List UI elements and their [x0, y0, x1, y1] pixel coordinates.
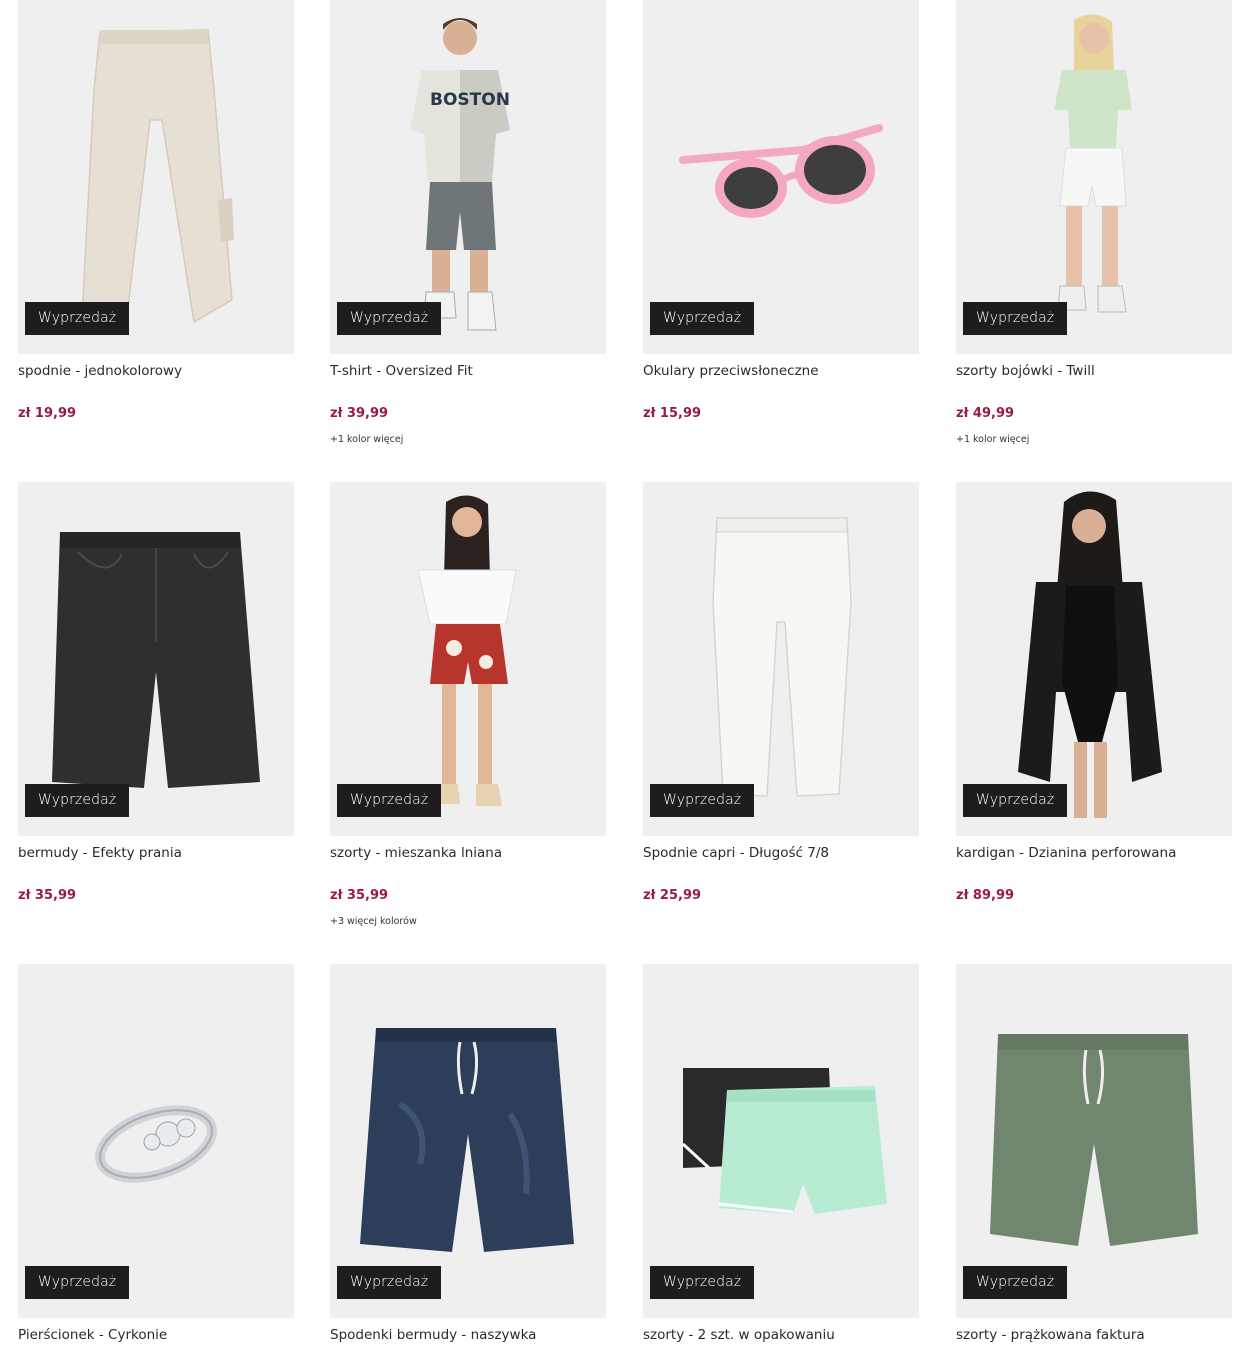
- product-name[interactable]: Spodnie capri - Długość 7/8: [643, 845, 829, 861]
- product-image[interactable]: BOSTON Wyprzedaż: [330, 0, 606, 354]
- sale-badge: Wyprzedaż: [25, 302, 130, 335]
- product-card[interactable]: Wyprzedaż spodnie - jednokolorowy zł 19,…: [18, 0, 294, 421]
- sale-badge: Wyprzedaż: [650, 784, 755, 817]
- product-image[interactable]: Wyprzedaż: [643, 964, 919, 1318]
- product-price: zł 49,99: [956, 406, 1015, 421]
- woman-red-floral-shorts-image: [417, 495, 517, 806]
- product-name[interactable]: T-shirt - Oversized Fit: [330, 363, 473, 379]
- product-name[interactable]: szorty bojówki - Twill: [956, 363, 1095, 379]
- product-image[interactable]: Wyprzedaż: [330, 964, 606, 1318]
- man-boston-tshirt-shorts-image: BOSTON: [410, 18, 510, 331]
- product-image[interactable]: Wyprzedaż: [956, 964, 1232, 1318]
- sale-badge: Wyprzedaż: [650, 1266, 755, 1299]
- product-card[interactable]: BOSTON Wyprzedaż T-shirt - Oversized Fit…: [330, 0, 606, 445]
- black-denim-bermudas-image: [52, 532, 260, 788]
- product-card[interactable]: Wyprzedaż bermudy - Efekty prania zł 35,…: [18, 482, 294, 903]
- white-capri-leggings-image: [712, 517, 852, 797]
- product-price: zł 19,99: [18, 406, 77, 421]
- product-card[interactable]: Wyprzedaż szorty - 2 szt. w opakowaniu: [643, 964, 919, 1343]
- product-grid: Wyprzedaż spodnie - jednokolorowy zł 19,…: [0, 0, 1250, 1363]
- svg-text:BOSTON: BOSTON: [430, 90, 510, 110]
- product-price: zł 35,99: [18, 888, 77, 903]
- product-card[interactable]: Wyprzedaż Okulary przeciwsłoneczne zł 15…: [643, 0, 919, 421]
- product-price: zł 15,99: [643, 406, 702, 421]
- sale-badge: Wyprzedaż: [963, 302, 1068, 335]
- product-card[interactable]: Wyprzedaż Spodnie capri - Długość 7/8 zł…: [643, 482, 919, 903]
- product-price: zł 89,99: [956, 888, 1015, 903]
- product-price: zł 35,99: [330, 888, 389, 903]
- navy-leaf-print-bermudas-image: [360, 1028, 574, 1252]
- more-colors[interactable]: +1 kolor więcej: [330, 434, 403, 445]
- product-card[interactable]: Wyprzedaż szorty - mieszanka lniana zł 3…: [330, 482, 606, 927]
- product-name[interactable]: Pierścionek - Cyrkonie: [18, 1327, 167, 1343]
- more-colors[interactable]: +1 kolor więcej: [956, 434, 1029, 445]
- product-image[interactable]: Wyprzedaż: [643, 482, 919, 836]
- beige-wide-trousers-image: [81, 29, 234, 326]
- product-name[interactable]: szorty - mieszanka lniana: [330, 845, 502, 861]
- product-name[interactable]: spodnie - jednokolorowy: [18, 363, 182, 379]
- product-image[interactable]: Wyprzedaż: [18, 964, 294, 1318]
- product-name[interactable]: szorty - 2 szt. w opakowaniu: [643, 1327, 835, 1343]
- product-image[interactable]: Wyprzedaż: [956, 0, 1232, 354]
- product-price: zł 25,99: [643, 888, 702, 903]
- product-image[interactable]: Wyprzedaż: [330, 482, 606, 836]
- woman-white-cargo-shorts-image: [1054, 14, 1132, 313]
- silver-zircon-ring-image: [95, 1105, 217, 1183]
- product-card[interactable]: Wyprzedaż szorty bojówki - Twill zł 49,9…: [956, 0, 1232, 445]
- sale-badge: Wyprzedaż: [25, 784, 130, 817]
- sale-badge: Wyprzedaż: [650, 302, 755, 335]
- sale-badge: Wyprzedaż: [963, 1266, 1068, 1299]
- product-image[interactable]: Wyprzedaż: [18, 0, 294, 354]
- product-image[interactable]: Wyprzedaż: [956, 482, 1232, 836]
- sale-badge: Wyprzedaż: [337, 1266, 442, 1299]
- product-image[interactable]: Wyprzedaż: [643, 0, 919, 354]
- product-image[interactable]: Wyprzedaż: [18, 482, 294, 836]
- product-price: zł 39,99: [330, 406, 389, 421]
- product-card[interactable]: Wyprzedaż szorty - prążkowana faktura: [956, 964, 1232, 1343]
- product-name[interactable]: Okulary przeciwsłoneczne: [643, 363, 819, 379]
- product-name[interactable]: bermudy - Efekty prania: [18, 845, 182, 861]
- product-name[interactable]: szorty - prążkowana faktura: [956, 1327, 1145, 1343]
- black-and-mint-shorts-set-image: [681, 1068, 887, 1214]
- woman-black-cardigan-swimsuit-image: [1018, 491, 1162, 818]
- product-name[interactable]: Spodenki bermudy - naszywka: [330, 1327, 536, 1343]
- product-card[interactable]: Wyprzedaż Spodenki bermudy - naszywka: [330, 964, 606, 1343]
- sale-badge: Wyprzedaż: [337, 302, 442, 335]
- more-colors[interactable]: +3 więcej kolorów: [330, 916, 417, 927]
- sale-badge: Wyprzedaż: [337, 784, 442, 817]
- green-ribbed-shorts-image: [990, 1034, 1198, 1246]
- product-name[interactable]: kardigan - Dzianina perforowana: [956, 845, 1176, 861]
- product-card[interactable]: Wyprzedaż kardigan - Dzianina perforowan…: [956, 482, 1232, 903]
- sale-badge: Wyprzedaż: [963, 784, 1068, 817]
- pink-sunglasses-image: [679, 124, 883, 218]
- sale-badge: Wyprzedaż: [25, 1266, 130, 1299]
- product-card[interactable]: Wyprzedaż Pierścionek - Cyrkonie: [18, 964, 294, 1343]
